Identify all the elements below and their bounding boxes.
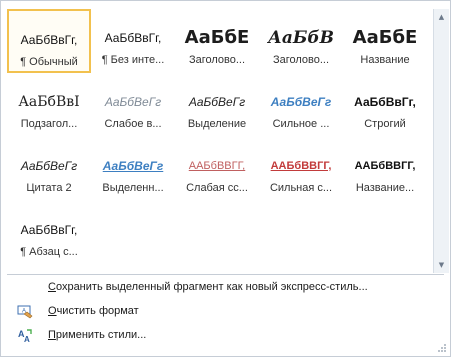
save-as-quick-style-item[interactable]: Сохранить выделенный фрагмент как новый … xyxy=(1,277,450,299)
style-item[interactable]: АаБбВвГг, ¶ Абзац с... xyxy=(7,201,91,265)
style-caption: Подзагол... xyxy=(20,118,78,130)
style-item[interactable]: АаБбВ Заголово... xyxy=(259,9,343,73)
style-item[interactable]: АаБбВеГг Слабое в... xyxy=(91,73,175,137)
style-sample: АаБбЕ xyxy=(352,27,418,48)
styles-gallery: АаБбВвГг, ¶ Обычный АаБбВвГг, ¶ Без инте...… xyxy=(7,9,431,273)
apply-styles-label: Применить стили... xyxy=(48,329,147,341)
style-item[interactable]: АаБбВвГг, ¶ Обычный xyxy=(7,9,91,73)
clear-formatting-label: Очистить формат xyxy=(48,305,139,317)
style-caption: Цитата 2 xyxy=(26,182,72,194)
style-item[interactable]: АаБбВеГг Выделенн... xyxy=(91,137,175,201)
style-item[interactable]: АаБбВвГг, Строгий xyxy=(343,73,427,137)
style-item[interactable]: АаБбВвГг, ¶ Без инте... xyxy=(91,9,175,73)
style-caption: Выделение xyxy=(187,118,247,130)
scroll-up-arrow-icon[interactable]: ▲ xyxy=(434,9,449,25)
style-item[interactable]: ААБбВВГГ, Слабая сс... xyxy=(175,137,259,201)
style-item[interactable]: АаБбВеГг Сильное ... xyxy=(259,73,343,137)
style-caption: ¶ Обычный xyxy=(20,56,78,68)
style-caption: Сильная с... xyxy=(269,182,333,194)
style-sample: АаБбВвI xyxy=(18,94,80,110)
style-caption: Выделенн... xyxy=(102,182,164,194)
style-item[interactable]: АаБбВвI Подзагол... xyxy=(7,73,91,137)
style-caption: Сильное ... xyxy=(272,118,330,130)
resize-grip-icon[interactable] xyxy=(438,344,447,353)
style-caption: Название xyxy=(360,54,410,66)
style-sample: АаБбВеГг xyxy=(20,159,78,173)
style-item[interactable]: ААБбВВГГ, Название... xyxy=(343,137,427,201)
style-caption: Название... xyxy=(355,182,415,194)
style-sample: АаБбВеГг xyxy=(104,95,162,109)
style-caption: Строгий xyxy=(364,118,406,130)
style-sample: АаБбВвГг, xyxy=(104,31,162,45)
apply-styles-item[interactable]: A A Применить стили... xyxy=(1,325,450,347)
style-caption: ¶ Абзац с... xyxy=(20,246,78,258)
apply-styles-icon: A A xyxy=(17,328,33,344)
quick-styles-panel: АаБбВвГг, ¶ Обычный АаБбВвГг, ¶ Без инте...… xyxy=(0,0,451,357)
style-sample: АаБбВ xyxy=(267,28,335,48)
style-sample: АаБбВвГг, xyxy=(20,223,78,237)
style-item[interactable]: АаБбЕ Заголово... xyxy=(175,9,259,73)
style-caption: Заголово... xyxy=(272,54,330,66)
clear-formatting-item[interactable]: A Очистить формат xyxy=(1,301,450,323)
style-sample: ААБбВВГГ, xyxy=(270,160,332,172)
style-sample: ААБбВВГГ, xyxy=(354,160,416,172)
style-caption: ¶ Без инте... xyxy=(101,54,165,66)
style-item[interactable]: ААБбВВГГ, Сильная с... xyxy=(259,137,343,201)
svg-text:A: A xyxy=(24,335,30,344)
save-as-quick-style-label: Сохранить выделенный фрагмент как новый … xyxy=(48,281,368,293)
style-sample: АаБбВеГг xyxy=(188,95,246,109)
menu-separator xyxy=(7,274,444,275)
style-item[interactable]: АаБбЕ Название xyxy=(343,9,427,73)
style-sample: АаБбВеГг xyxy=(102,159,164,173)
style-item[interactable]: АаБбВеГг Выделение xyxy=(175,73,259,137)
style-sample: АаБбВеГг xyxy=(270,95,332,109)
style-caption: Заголово... xyxy=(188,54,246,66)
style-caption: Слабое в... xyxy=(104,118,162,130)
style-sample: АаБбЕ xyxy=(184,27,250,48)
style-item[interactable]: АаБбВеГг Цитата 2 xyxy=(7,137,91,201)
style-caption: Слабая сс... xyxy=(186,182,248,194)
style-sample: ААБбВВГГ, xyxy=(188,160,246,172)
style-sample: АаБбВвГг, xyxy=(20,33,78,47)
scroll-down-arrow-icon[interactable]: ▼ xyxy=(434,257,449,273)
style-sample: АаБбВвГг, xyxy=(354,95,416,109)
eraser-icon: A xyxy=(17,304,33,320)
gallery-scrollbar[interactable]: ▲ ▼ xyxy=(433,9,449,273)
